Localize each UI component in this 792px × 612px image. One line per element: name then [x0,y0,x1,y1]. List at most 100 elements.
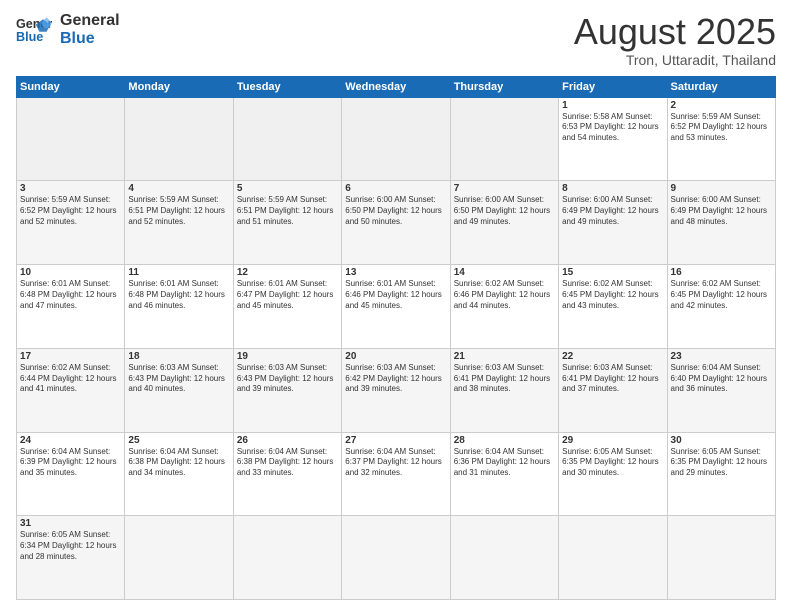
day-info: Sunrise: 6:04 AM Sunset: 6:40 PM Dayligh… [671,363,772,395]
day-number: 17 [20,351,121,362]
calendar-cell: 30Sunrise: 6:05 AM Sunset: 6:35 PM Dayli… [667,432,775,516]
calendar-cell [450,516,558,600]
day-info: Sunrise: 6:03 AM Sunset: 6:42 PM Dayligh… [345,363,446,395]
generalblue-logo-icon: General Blue [16,12,52,48]
calendar-cell: 24Sunrise: 6:04 AM Sunset: 6:39 PM Dayli… [17,432,125,516]
weekday-header-sunday: Sunday [17,76,125,97]
day-number: 12 [237,267,338,278]
day-info: Sunrise: 6:04 AM Sunset: 6:38 PM Dayligh… [128,447,229,479]
day-number: 13 [345,267,446,278]
day-info: Sunrise: 6:01 AM Sunset: 6:48 PM Dayligh… [20,279,121,311]
calendar-cell: 23Sunrise: 6:04 AM Sunset: 6:40 PM Dayli… [667,348,775,432]
day-info: Sunrise: 6:00 AM Sunset: 6:50 PM Dayligh… [345,195,446,227]
day-info: Sunrise: 6:05 AM Sunset: 6:35 PM Dayligh… [671,447,772,479]
day-info: Sunrise: 6:04 AM Sunset: 6:38 PM Dayligh… [237,447,338,479]
svg-text:Blue: Blue [16,30,43,44]
day-info: Sunrise: 6:05 AM Sunset: 6:34 PM Dayligh… [20,530,121,562]
calendar-cell: 17Sunrise: 6:02 AM Sunset: 6:44 PM Dayli… [17,348,125,432]
day-number: 27 [345,435,446,446]
calendar-cell: 21Sunrise: 6:03 AM Sunset: 6:41 PM Dayli… [450,348,558,432]
day-number: 28 [454,435,555,446]
title-block: August 2025 Tron, Uttaradit, Thailand [574,12,776,68]
day-number: 22 [562,351,663,362]
calendar-week-row: 10Sunrise: 6:01 AM Sunset: 6:48 PM Dayli… [17,265,776,349]
calendar-cell: 11Sunrise: 6:01 AM Sunset: 6:48 PM Dayli… [125,265,233,349]
day-number: 2 [671,100,772,111]
day-number: 25 [128,435,229,446]
day-info: Sunrise: 6:03 AM Sunset: 6:41 PM Dayligh… [562,363,663,395]
day-info: Sunrise: 6:03 AM Sunset: 6:43 PM Dayligh… [237,363,338,395]
day-number: 31 [20,518,121,529]
weekday-header-thursday: Thursday [450,76,558,97]
logo: General Blue General Blue [16,12,120,49]
day-info: Sunrise: 6:03 AM Sunset: 6:43 PM Dayligh… [128,363,229,395]
calendar-cell [17,97,125,181]
calendar-cell: 1Sunrise: 5:58 AM Sunset: 6:53 PM Daylig… [559,97,667,181]
weekday-header-tuesday: Tuesday [233,76,341,97]
calendar-table: SundayMondayTuesdayWednesdayThursdayFrid… [16,76,776,600]
day-info: Sunrise: 6:02 AM Sunset: 6:46 PM Dayligh… [454,279,555,311]
day-info: Sunrise: 5:59 AM Sunset: 6:51 PM Dayligh… [128,195,229,227]
calendar-cell: 19Sunrise: 6:03 AM Sunset: 6:43 PM Dayli… [233,348,341,432]
day-info: Sunrise: 6:00 AM Sunset: 6:49 PM Dayligh… [562,195,663,227]
calendar-cell: 25Sunrise: 6:04 AM Sunset: 6:38 PM Dayli… [125,432,233,516]
calendar-cell: 8Sunrise: 6:00 AM Sunset: 6:49 PM Daylig… [559,181,667,265]
weekday-header-friday: Friday [559,76,667,97]
day-number: 21 [454,351,555,362]
calendar-cell: 7Sunrise: 6:00 AM Sunset: 6:50 PM Daylig… [450,181,558,265]
day-number: 5 [237,183,338,194]
day-number: 29 [562,435,663,446]
calendar-cell: 31Sunrise: 6:05 AM Sunset: 6:34 PM Dayli… [17,516,125,600]
calendar-week-row: 1Sunrise: 5:58 AM Sunset: 6:53 PM Daylig… [17,97,776,181]
calendar-cell: 9Sunrise: 6:00 AM Sunset: 6:49 PM Daylig… [667,181,775,265]
calendar-cell [450,97,558,181]
day-number: 15 [562,267,663,278]
day-info: Sunrise: 6:01 AM Sunset: 6:47 PM Dayligh… [237,279,338,311]
logo-general-text: General [60,12,120,30]
day-info: Sunrise: 6:02 AM Sunset: 6:44 PM Dayligh… [20,363,121,395]
day-number: 19 [237,351,338,362]
day-number: 20 [345,351,446,362]
calendar-cell: 10Sunrise: 6:01 AM Sunset: 6:48 PM Dayli… [17,265,125,349]
calendar-cell [667,516,775,600]
day-info: Sunrise: 6:02 AM Sunset: 6:45 PM Dayligh… [562,279,663,311]
calendar-week-row: 3Sunrise: 5:59 AM Sunset: 6:52 PM Daylig… [17,181,776,265]
calendar-cell: 2Sunrise: 5:59 AM Sunset: 6:52 PM Daylig… [667,97,775,181]
day-number: 7 [454,183,555,194]
calendar-cell: 29Sunrise: 6:05 AM Sunset: 6:35 PM Dayli… [559,432,667,516]
day-number: 14 [454,267,555,278]
calendar-week-row: 17Sunrise: 6:02 AM Sunset: 6:44 PM Dayli… [17,348,776,432]
day-number: 18 [128,351,229,362]
calendar-cell: 3Sunrise: 5:59 AM Sunset: 6:52 PM Daylig… [17,181,125,265]
day-info: Sunrise: 5:59 AM Sunset: 6:51 PM Dayligh… [237,195,338,227]
header: General Blue General Blue August 2025 Tr… [16,12,776,68]
calendar-cell: 13Sunrise: 6:01 AM Sunset: 6:46 PM Dayli… [342,265,450,349]
calendar-cell: 27Sunrise: 6:04 AM Sunset: 6:37 PM Dayli… [342,432,450,516]
day-info: Sunrise: 5:59 AM Sunset: 6:52 PM Dayligh… [20,195,121,227]
calendar-cell: 26Sunrise: 6:04 AM Sunset: 6:38 PM Dayli… [233,432,341,516]
day-number: 8 [562,183,663,194]
calendar-cell: 5Sunrise: 5:59 AM Sunset: 6:51 PM Daylig… [233,181,341,265]
day-number: 9 [671,183,772,194]
weekday-header-row: SundayMondayTuesdayWednesdayThursdayFrid… [17,76,776,97]
calendar-cell: 22Sunrise: 6:03 AM Sunset: 6:41 PM Dayli… [559,348,667,432]
calendar-cell: 6Sunrise: 6:00 AM Sunset: 6:50 PM Daylig… [342,181,450,265]
calendar-cell [125,97,233,181]
day-info: Sunrise: 6:04 AM Sunset: 6:37 PM Dayligh… [345,447,446,479]
calendar-cell: 16Sunrise: 6:02 AM Sunset: 6:45 PM Dayli… [667,265,775,349]
weekday-header-monday: Monday [125,76,233,97]
day-number: 10 [20,267,121,278]
month-title: August 2025 [574,12,776,52]
calendar-cell: 18Sunrise: 6:03 AM Sunset: 6:43 PM Dayli… [125,348,233,432]
calendar-cell [125,516,233,600]
day-number: 6 [345,183,446,194]
page: General Blue General Blue August 2025 Tr… [0,0,792,612]
calendar-cell: 20Sunrise: 6:03 AM Sunset: 6:42 PM Dayli… [342,348,450,432]
day-info: Sunrise: 5:58 AM Sunset: 6:53 PM Dayligh… [562,112,663,144]
calendar-cell [233,516,341,600]
logo-blue-text: Blue [60,30,120,48]
day-number: 4 [128,183,229,194]
day-info: Sunrise: 6:04 AM Sunset: 6:39 PM Dayligh… [20,447,121,479]
day-number: 11 [128,267,229,278]
day-info: Sunrise: 6:00 AM Sunset: 6:50 PM Dayligh… [454,195,555,227]
